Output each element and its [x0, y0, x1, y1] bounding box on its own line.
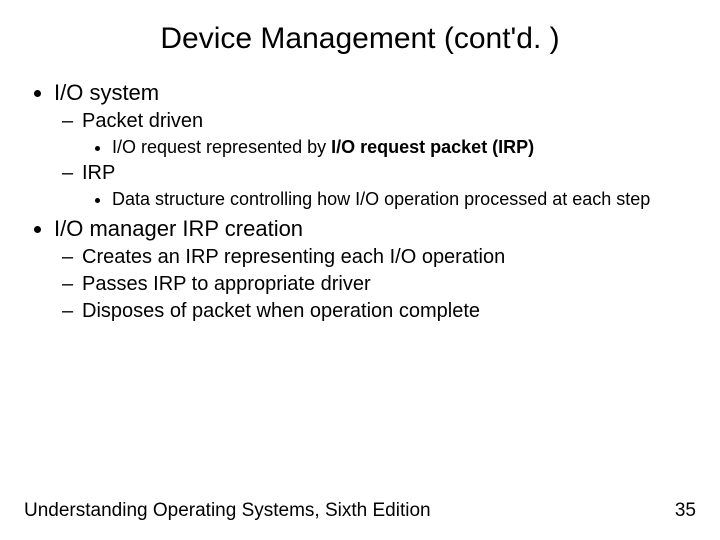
bullet-io-manager: I/O manager IRP creation Creates an IRP … — [54, 216, 696, 323]
sub-text: IRP — [82, 162, 115, 184]
bullet-io-system: I/O system Packet driven I/O request rep… — [54, 80, 696, 210]
subsublist: Data structure controlling how I/O opera… — [82, 189, 696, 210]
sub-text: Creates an IRP representing each I/O ope… — [82, 246, 505, 268]
detail-irp-structure: Data structure controlling how I/O opera… — [112, 189, 696, 210]
slide: Device Management (cont'd. ) I/O system … — [0, 0, 720, 540]
sub-packet-driven: Packet driven I/O request represented by… — [82, 110, 696, 158]
sub-disposes-packet: Disposes of packet when operation comple… — [82, 300, 696, 323]
slide-body: I/O system Packet driven I/O request rep… — [0, 62, 720, 323]
page-number: 35 — [675, 500, 696, 522]
detail-irp-definition: I/O request represented by I/O request p… — [112, 137, 696, 158]
sub-irp: IRP Data structure controlling how I/O o… — [82, 162, 696, 210]
sublist: Packet driven I/O request represented by… — [54, 110, 696, 210]
footer: Understanding Operating Systems, Sixth E… — [24, 500, 696, 522]
detail-text-pre: I/O request represented by — [112, 137, 331, 157]
bullet-list: I/O system Packet driven I/O request rep… — [24, 80, 696, 323]
subsublist: I/O request represented by I/O request p… — [82, 137, 696, 158]
sublist: Creates an IRP representing each I/O ope… — [54, 246, 696, 323]
sub-text: Passes IRP to appropriate driver — [82, 273, 371, 295]
footer-source: Understanding Operating Systems, Sixth E… — [24, 500, 431, 522]
slide-title: Device Management (cont'd. ) — [0, 0, 720, 62]
sub-text: Disposes of packet when operation comple… — [82, 300, 480, 322]
sub-passes-irp: Passes IRP to appropriate driver — [82, 273, 696, 296]
detail-text: Data structure controlling how I/O opera… — [112, 189, 650, 209]
detail-text-bold: I/O request packet (IRP) — [331, 137, 534, 157]
sub-creates-irp: Creates an IRP representing each I/O ope… — [82, 246, 696, 269]
sub-text: Packet driven — [82, 110, 203, 132]
bullet-text: I/O manager IRP creation — [54, 216, 303, 241]
bullet-text: I/O system — [54, 80, 159, 105]
